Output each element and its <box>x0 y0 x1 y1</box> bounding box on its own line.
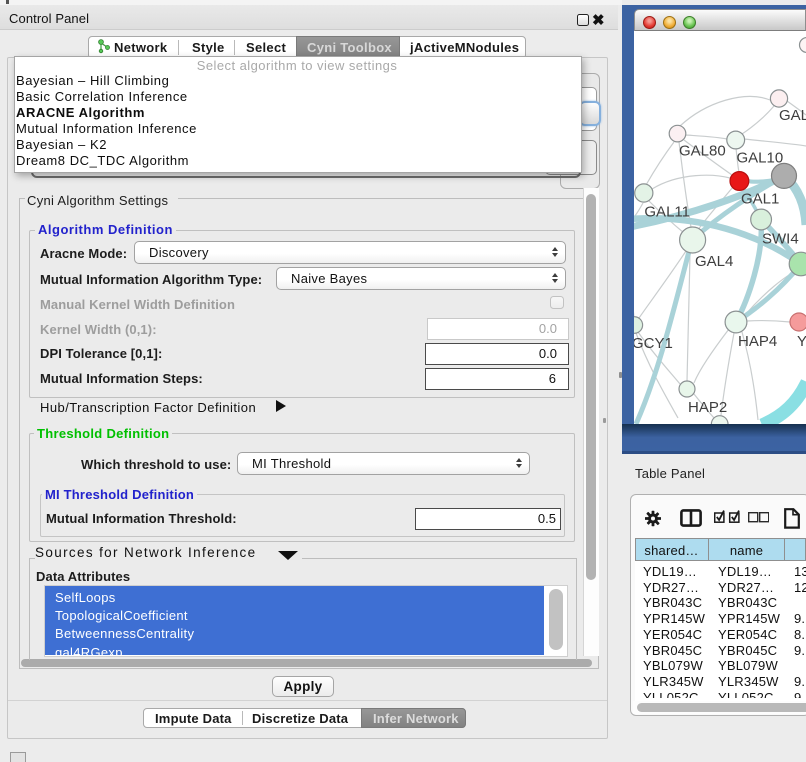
svg-text:GAL4: GAL4 <box>695 253 733 270</box>
svg-text:GAL80: GAL80 <box>679 143 726 160</box>
svg-text:GCY1: GCY1 <box>634 335 673 352</box>
svg-text:GAL11: GAL11 <box>644 204 690 221</box>
svg-text:GAL1: GAL1 <box>741 191 779 208</box>
svg-text:SWI4: SWI4 <box>762 231 799 248</box>
svg-text:GAL10: GAL10 <box>737 150 784 167</box>
svg-text:GAL: GAL <box>779 107 806 124</box>
svg-text:HAP4: HAP4 <box>738 333 777 350</box>
svg-text:HAP2: HAP2 <box>688 399 727 416</box>
svg-text:Y: Y <box>797 333 806 350</box>
